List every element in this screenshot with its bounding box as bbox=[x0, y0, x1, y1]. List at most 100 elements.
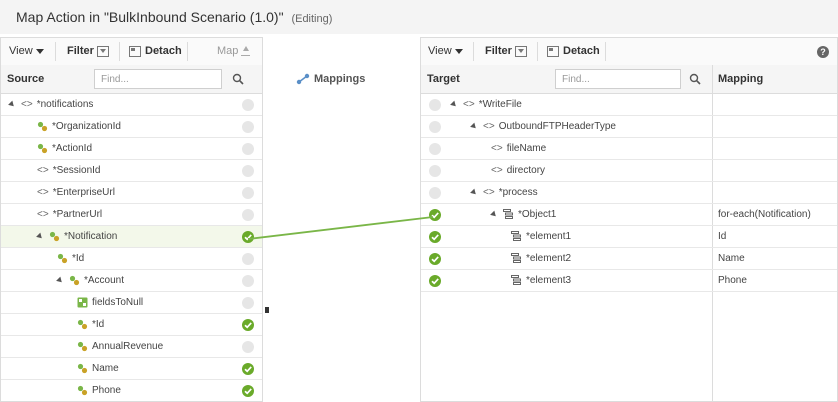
mapped-check-icon bbox=[242, 363, 254, 375]
source-detach-button[interactable]: Detach bbox=[129, 38, 182, 65]
mappings-header: Mappings bbox=[296, 73, 365, 85]
target-tree-row[interactable]: <> fileName bbox=[421, 138, 837, 160]
node-label: *WriteFile bbox=[478, 99, 522, 110]
expand-toggle-icon[interactable] bbox=[36, 232, 44, 241]
chevron-down-icon bbox=[35, 48, 44, 54]
mapping-expression[interactable]: for-each(Notification) bbox=[718, 204, 811, 225]
node-label: directory bbox=[506, 165, 546, 176]
view-label: View bbox=[9, 45, 33, 57]
element-icon: <> bbox=[463, 99, 475, 110]
leaf-field-icon bbox=[49, 231, 60, 242]
repeating-element-icon bbox=[511, 253, 521, 263]
unmapped-status-icon bbox=[429, 165, 441, 177]
page-title: Map Action in "BulkInbound Scenario (1.0… bbox=[16, 9, 332, 25]
mappings-label: Mappings bbox=[314, 73, 366, 85]
source-tree-row[interactable]: Name bbox=[1, 358, 262, 380]
map-label: Map bbox=[217, 45, 239, 57]
unmapped-status-icon bbox=[242, 209, 254, 221]
leaf-field-icon bbox=[69, 275, 80, 286]
source-find-input[interactable] bbox=[94, 69, 222, 89]
tree-node: fieldsToNull bbox=[77, 292, 143, 313]
unmapped-status-icon bbox=[242, 253, 254, 265]
target-tree-row[interactable]: *element2 Name bbox=[421, 248, 837, 270]
detach-label: Detach bbox=[563, 45, 600, 57]
detach-label: Detach bbox=[145, 45, 182, 57]
source-tree-row[interactable]: *Account bbox=[1, 270, 262, 292]
tree-node: <> *process bbox=[470, 182, 538, 203]
tree-node: *OrganizationId bbox=[37, 116, 121, 137]
expand-toggle-icon[interactable] bbox=[490, 210, 498, 219]
target-tree-row[interactable]: *element1 Id bbox=[421, 226, 837, 248]
element-icon: <> bbox=[37, 165, 49, 176]
source-tree-row[interactable]: fieldsToNull bbox=[1, 292, 262, 314]
node-label: *Account bbox=[84, 275, 125, 286]
source-tree-row[interactable]: *ActionId bbox=[1, 138, 262, 160]
source-tree-row[interactable]: *Notification bbox=[1, 226, 262, 248]
mapped-check-icon bbox=[242, 385, 254, 397]
source-tree-row[interactable]: <> *PartnerUrl bbox=[1, 204, 262, 226]
target-tree-row[interactable]: *Object1 for-each(Notification) bbox=[421, 204, 837, 226]
repeating-element-icon bbox=[511, 231, 521, 241]
target-find-input[interactable] bbox=[555, 69, 681, 89]
mapping-expression[interactable]: Id bbox=[718, 226, 726, 247]
tree-node: *ActionId bbox=[37, 138, 92, 159]
target-tree-row[interactable]: <> OutboundFTPHeaderType bbox=[421, 116, 837, 138]
target-view-menu[interactable]: View bbox=[428, 38, 463, 65]
node-label: fileName bbox=[506, 143, 547, 154]
source-tree-row[interactable]: Phone bbox=[1, 380, 262, 401]
filter-icon bbox=[514, 45, 527, 57]
source-view-menu[interactable]: View bbox=[9, 38, 44, 65]
element-icon: <> bbox=[21, 99, 33, 110]
mapping-expression[interactable]: Name bbox=[718, 248, 745, 269]
node-label: *EnterpriseUrl bbox=[52, 187, 115, 198]
unmapped-status-icon bbox=[242, 275, 254, 287]
source-filter-button[interactable]: Filter bbox=[67, 38, 109, 65]
expand-toggle-icon[interactable] bbox=[56, 276, 64, 285]
unmapped-status-icon bbox=[429, 99, 441, 111]
source-tree-row[interactable]: *OrganizationId bbox=[1, 116, 262, 138]
node-label: *PartnerUrl bbox=[52, 209, 103, 220]
expand-toggle-icon[interactable] bbox=[8, 100, 16, 109]
chevron-down-icon bbox=[454, 48, 463, 54]
unmapped-status-icon bbox=[429, 143, 441, 155]
target-header: Target Mapping bbox=[421, 65, 837, 94]
target-tree-row[interactable]: *element3 Phone bbox=[421, 270, 837, 292]
mapping-expression[interactable]: Phone bbox=[718, 270, 747, 291]
connector-line[interactable] bbox=[247, 216, 434, 240]
mappings-icon bbox=[296, 73, 310, 85]
map-button[interactable]: Map bbox=[217, 38, 251, 65]
expand-toggle-icon[interactable] bbox=[470, 122, 478, 131]
source-tree-row[interactable]: *Id bbox=[1, 314, 262, 336]
leaf-field-icon bbox=[37, 121, 48, 132]
unmapped-status-icon bbox=[242, 297, 254, 309]
node-label: Phone bbox=[92, 385, 121, 396]
tree-node: AnnualRevenue bbox=[77, 336, 163, 357]
search-icon[interactable] bbox=[232, 73, 244, 85]
help-icon[interactable]: ? bbox=[817, 46, 829, 58]
expand-toggle-icon[interactable] bbox=[450, 100, 458, 109]
leaf-field-icon bbox=[77, 341, 88, 352]
tree-node: *element3 bbox=[511, 270, 571, 291]
source-tree-row[interactable]: AnnualRevenue bbox=[1, 336, 262, 358]
splitter-handle[interactable] bbox=[265, 307, 269, 313]
detach-icon bbox=[129, 45, 141, 57]
expand-toggle-icon[interactable] bbox=[470, 188, 478, 197]
source-tree-row[interactable]: *Id bbox=[1, 248, 262, 270]
target-tree-row[interactable]: <> directory bbox=[421, 160, 837, 182]
tree-node: <> *PartnerUrl bbox=[37, 204, 102, 225]
source-tree-row[interactable]: <> *EnterpriseUrl bbox=[1, 182, 262, 204]
source-tree-row[interactable]: <> *notifications bbox=[1, 94, 262, 116]
tree-node: *Object1 bbox=[490, 204, 556, 225]
search-icon[interactable] bbox=[689, 73, 701, 85]
target-tree-row[interactable]: <> *process bbox=[421, 182, 837, 204]
tree-node: <> OutboundFTPHeaderType bbox=[470, 116, 616, 137]
target-tree-row[interactable]: <> *WriteFile bbox=[421, 94, 837, 116]
map-icon bbox=[241, 46, 251, 57]
leaf-field-icon bbox=[57, 253, 68, 264]
source-tree-row[interactable]: <> *SessionId bbox=[1, 160, 262, 182]
target-filter-button[interactable]: Filter bbox=[485, 38, 527, 65]
filter-icon bbox=[96, 45, 109, 57]
target-column-header: Target bbox=[427, 73, 460, 85]
tree-node: *Id bbox=[77, 314, 104, 335]
target-detach-button[interactable]: Detach bbox=[547, 38, 600, 65]
